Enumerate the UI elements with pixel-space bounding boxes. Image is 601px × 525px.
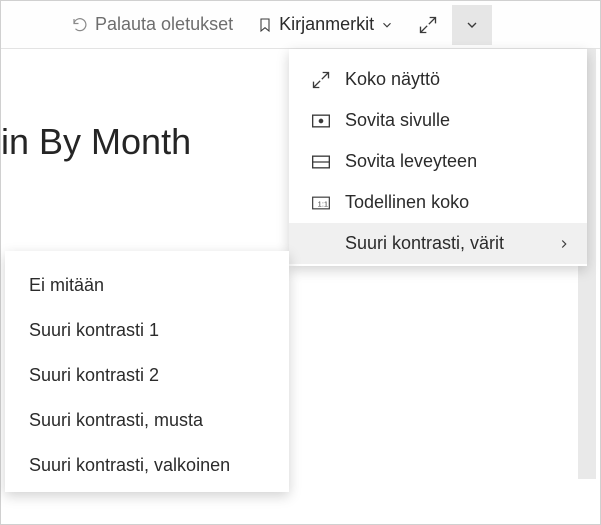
menu-item-high-contrast[interactable]: Suuri kontrasti, värit [289,223,587,264]
fullscreen-toggle-button[interactable] [408,5,448,45]
expand-icon [418,15,438,35]
menu-item-fit-width[interactable]: Sovita leveyteen [289,141,587,182]
submenu-item-none[interactable]: Ei mitään [5,263,289,308]
menu-item-actual-size[interactable]: 1:1 Todellinen koko [289,182,587,223]
actual-size-icon: 1:1 [311,195,331,211]
menu-item-label: Sovita sivulle [345,110,571,131]
submenu-item-hc2[interactable]: Suuri kontrasti 2 [5,353,289,398]
submenu-item-hc1[interactable]: Suuri kontrasti 1 [5,308,289,353]
high-contrast-submenu: Ei mitään Suuri kontrasti 1 Suuri kontra… [5,251,289,492]
fit-width-icon [311,154,331,170]
view-options-menu: Koko näyttö Sovita sivulle Sovita leveyt… [289,49,587,266]
menu-item-label: Koko näyttö [345,69,571,90]
menu-item-label: Sovita leveyteen [345,151,571,172]
undo-icon [71,16,89,34]
chevron-down-icon [464,17,480,33]
submenu-item-hc-white[interactable]: Suuri kontrasti, valkoinen [5,443,289,488]
svg-text:1:1: 1:1 [318,199,328,208]
toolbar: Palauta oletukset Kirjanmerkit [1,1,600,49]
view-options-button[interactable] [452,5,492,45]
page-title: in By Month [1,121,191,163]
restore-defaults-label: Palauta oletukset [95,14,233,35]
bookmark-icon [257,15,273,35]
chevron-right-icon [557,237,571,251]
restore-defaults-button[interactable]: Palauta oletukset [61,8,243,41]
menu-item-label: Suuri kontrasti, värit [345,233,543,254]
fit-page-icon [311,113,331,129]
expand-icon [311,70,331,90]
bookmarks-label: Kirjanmerkit [279,14,374,35]
menu-item-fullscreen[interactable]: Koko näyttö [289,59,587,100]
submenu-item-hc-black[interactable]: Suuri kontrasti, musta [5,398,289,443]
menu-item-label: Todellinen koko [345,192,571,213]
bookmarks-button[interactable]: Kirjanmerkit [247,8,404,41]
chevron-down-icon [380,18,394,32]
menu-item-fit-page[interactable]: Sovita sivulle [289,100,587,141]
